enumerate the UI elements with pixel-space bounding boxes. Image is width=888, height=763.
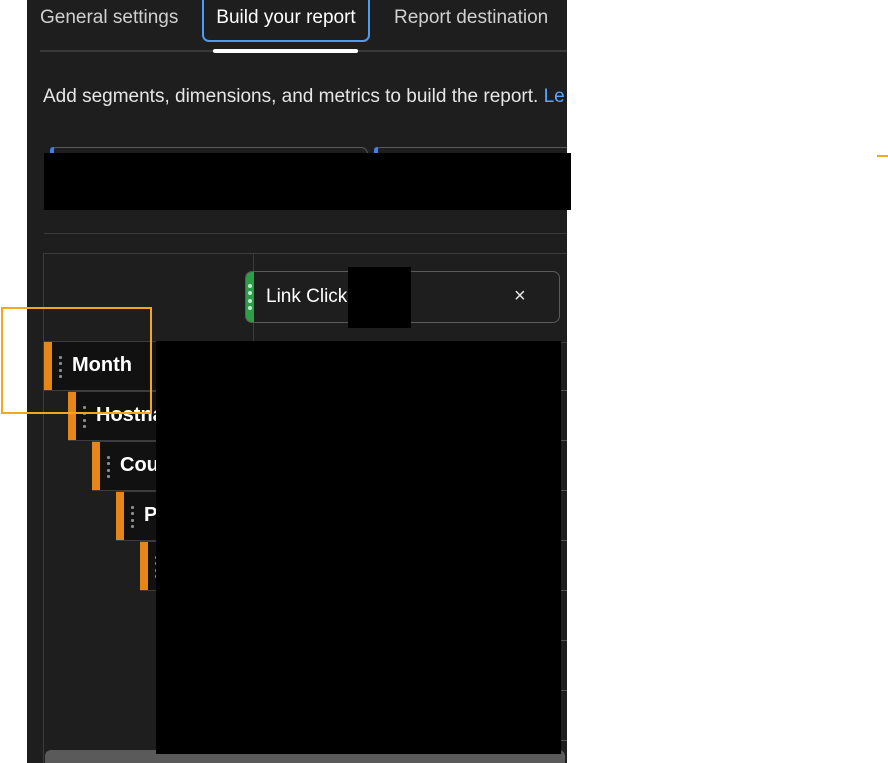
intro-text: Add segments, dimensions, and metrics to…: [43, 86, 565, 108]
tab-report-destination[interactable]: Report destination: [394, 0, 548, 42]
learn-more-link[interactable]: Le: [544, 86, 565, 107]
tab-general-settings[interactable]: General settings: [40, 0, 178, 42]
row-divider: [560, 590, 567, 591]
active-tab-indicator: [213, 49, 358, 53]
section-divider: [44, 233, 567, 234]
highlight-marker: [877, 155, 888, 157]
drag-handle-icon[interactable]: [131, 506, 134, 528]
dimension-color-bar: [140, 542, 148, 590]
tab-build-your-report[interactable]: Build your report: [202, 0, 370, 42]
row-divider: [560, 490, 567, 491]
dimension-color-bar: [116, 492, 124, 540]
row-divider: [560, 540, 567, 541]
row-divider: [560, 690, 567, 691]
dimension-label: Cou: [120, 454, 159, 476]
intro-description: Add segments, dimensions, and metrics to…: [43, 86, 539, 107]
row-divider: [560, 640, 567, 641]
redacted-area-metric: [348, 267, 411, 328]
row-divider: [560, 390, 567, 391]
redacted-area-table: [156, 341, 561, 754]
close-icon[interactable]: ×: [514, 285, 526, 307]
redacted-area-segments: [44, 153, 571, 210]
drag-handle-icon[interactable]: [248, 284, 252, 310]
dimension-color-bar: [92, 442, 100, 490]
highlight-box: [1, 307, 152, 414]
tab-bar: General settings Build your report Repor…: [27, 0, 567, 53]
row-divider: [560, 740, 567, 741]
metric-label: Link Click: [266, 286, 348, 307]
row-divider: [560, 440, 567, 441]
drag-handle-icon[interactable]: [107, 456, 110, 478]
